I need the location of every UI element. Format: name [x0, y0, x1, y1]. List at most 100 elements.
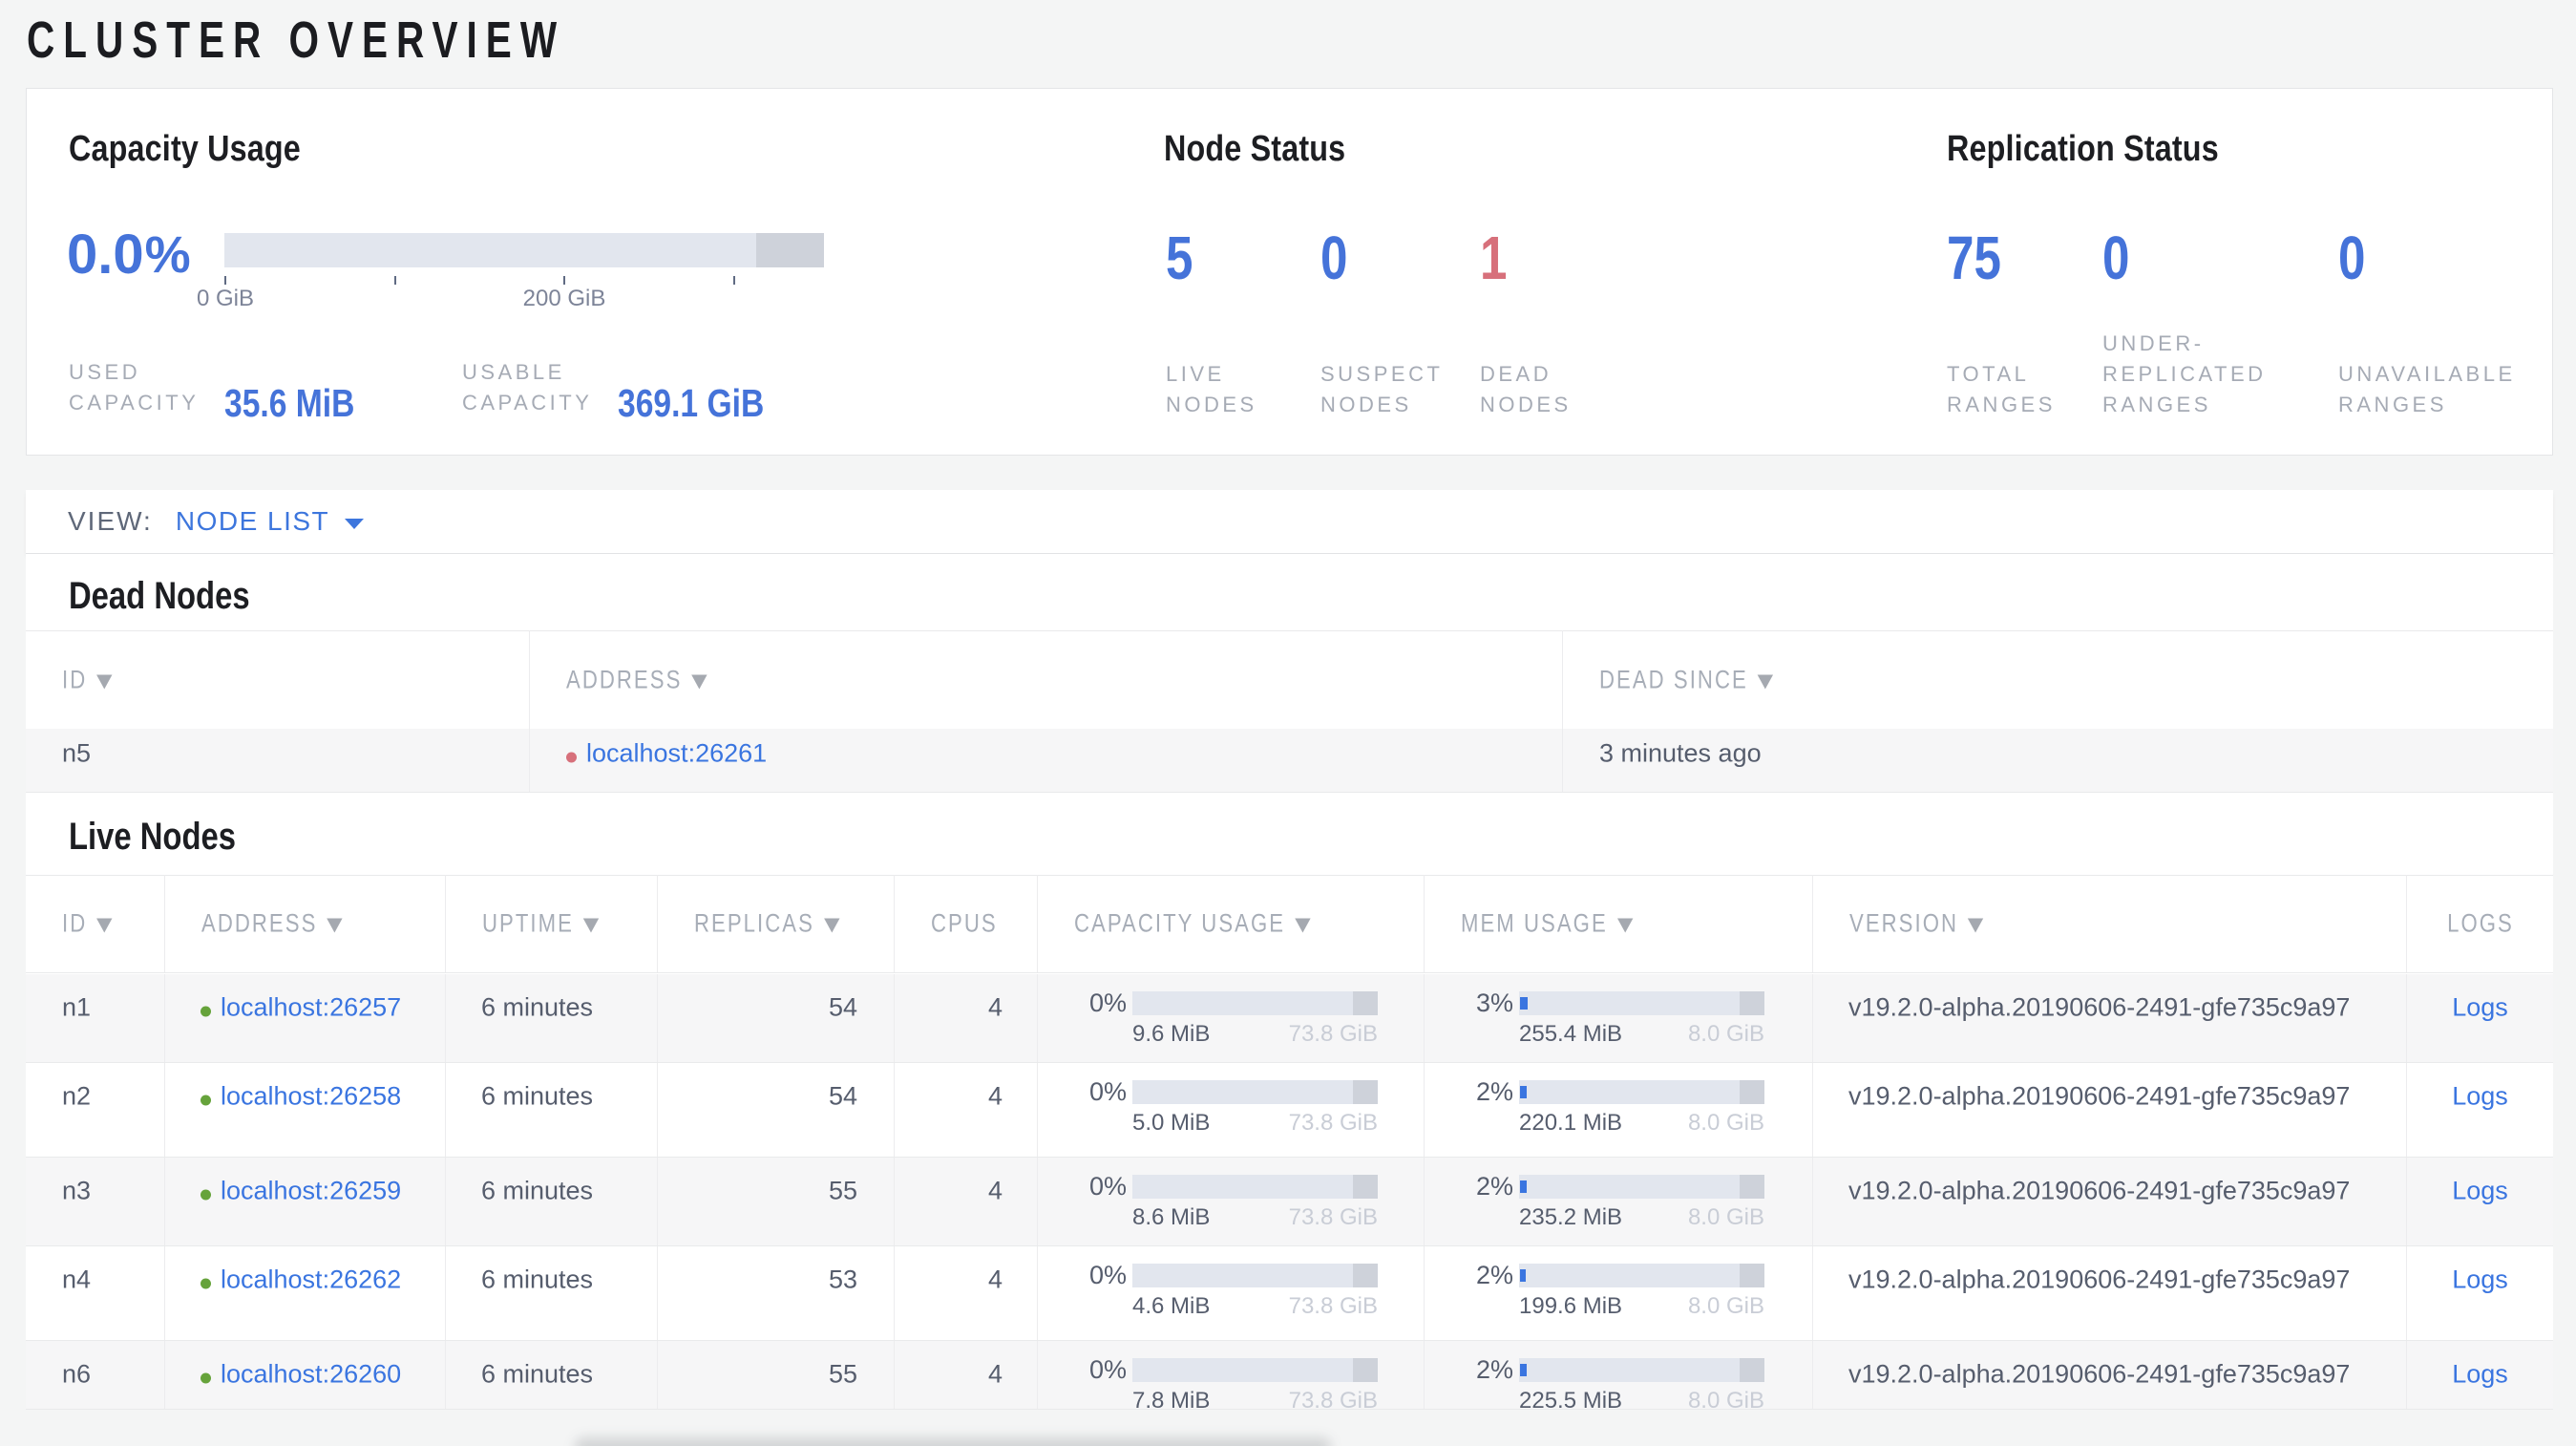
- sort-caret-icon[interactable]: [691, 674, 707, 689]
- column-header-id[interactable]: ID: [62, 665, 87, 693]
- node-uptime: 6 minutes: [481, 1359, 594, 1388]
- table-cell: 4: [895, 1063, 1038, 1157]
- usage-bar-used-segment: [1520, 1086, 1527, 1098]
- header-cell-content: VERSION: [1849, 909, 1984, 939]
- table-cell: localhost:26260: [165, 1340, 446, 1409]
- live-status-icon: [201, 1278, 211, 1289]
- usage-cell-content: 3% 255.4 MiB 8.0 GiB: [1425, 974, 1812, 1063]
- sort-caret-icon[interactable]: [1757, 674, 1774, 689]
- node-address-link[interactable]: localhost:26257: [221, 992, 401, 1021]
- dead-node-address-link[interactable]: localhost:26261: [586, 739, 767, 768]
- node-logs-link[interactable]: Logs: [2452, 1265, 2508, 1295]
- node-logs-link[interactable]: Logs: [2452, 1082, 2508, 1112]
- live-status-icon: [201, 1095, 211, 1106]
- usage-bar: [1132, 1264, 1378, 1287]
- usage-bar-line: 0%: [1075, 1077, 1378, 1107]
- live-node-row: n4 localhost:26262 6 minutes 53 4 0% 4.6 MiB 73…: [26, 1246, 2553, 1341]
- usage-labels-line: 9.6 MiB 73.8 GiB: [1132, 1021, 1378, 1048]
- node-logs-link[interactable]: Logs: [2452, 992, 2508, 1022]
- usage-labels-line: 7.8 MiB 73.8 GiB: [1132, 1388, 1378, 1411]
- address-cell-content: localhost:26258: [201, 1082, 401, 1112]
- table-cell: localhost:26257: [165, 973, 446, 1062]
- header-cell-content: MEM USAGE: [1461, 909, 1634, 939]
- node-address-link[interactable]: localhost:26259: [221, 1177, 401, 1205]
- view-dropdown[interactable]: NODE LIST: [176, 506, 329, 537]
- column-header-id[interactable]: ID: [62, 909, 87, 938]
- replication-status-title: Replication Status: [1947, 129, 2219, 169]
- usage-used-value: 235.2 MiB: [1519, 1204, 1623, 1230]
- node-address-link[interactable]: localhost:26262: [221, 1265, 401, 1294]
- header-cell-content: CAPACITY USAGE: [1074, 909, 1311, 939]
- node-replicas: 53: [828, 1265, 857, 1294]
- sort-caret-icon[interactable]: [327, 918, 343, 933]
- sort-caret-icon[interactable]: [1294, 918, 1311, 933]
- header-cell-content: UPTIME: [482, 909, 600, 939]
- column-header-address[interactable]: ADDRESS: [566, 665, 682, 693]
- usage-used-value: 4.6 MiB: [1132, 1293, 1211, 1319]
- sort-caret-icon[interactable]: [823, 918, 840, 933]
- node-address-link[interactable]: localhost:26260: [221, 1359, 401, 1388]
- sort-caret-icon[interactable]: [1616, 918, 1634, 933]
- live-status-icon: [201, 1189, 211, 1201]
- replication-stat-value: 0: [2102, 223, 2130, 292]
- usage-cell-content: 0% 8.6 MiB 73.8 GiB: [1038, 1158, 1424, 1245]
- sort-caret-icon[interactable]: [96, 674, 113, 689]
- table-cell: 4: [895, 1158, 1038, 1245]
- column-header-capacity-usage[interactable]: CAPACITY USAGE: [1074, 909, 1285, 938]
- table-cell: n5: [26, 729, 530, 792]
- replication-stat-value: 75: [1947, 223, 2001, 292]
- column-header-logs: LOGS: [2446, 908, 2514, 938]
- node-uptime: 6 minutes: [481, 1176, 594, 1205]
- replication-stat-value: 0: [2338, 223, 2366, 292]
- table-cell: 3 minutes ago: [1563, 729, 2553, 792]
- usage-cell-content: 2% 235.2 MiB 8.0 GiB: [1425, 1158, 1812, 1245]
- table-cell: 54: [658, 1063, 895, 1157]
- usage-labels-line: 235.2 MiB 8.0 GiB: [1519, 1204, 1764, 1231]
- column-header-address[interactable]: ADDRESS: [201, 909, 317, 938]
- dead-nodes-header: ID ADDRESS DEAD SINCE: [26, 630, 2553, 729]
- dead-status-icon: [566, 752, 577, 763]
- column-header-uptime[interactable]: UPTIME: [482, 909, 574, 938]
- dead-node-dead-since: 3 minutes ago: [1599, 738, 1762, 768]
- usage-bar: [1519, 1264, 1764, 1287]
- usage-total-value: 8.0 GiB: [1687, 1204, 1764, 1230]
- column-header-version[interactable]: VERSION: [1849, 909, 1958, 938]
- bottom-shadow: [575, 1437, 1331, 1446]
- table-cell: v19.2.0-alpha.20190606-2491-gfe735c9a97: [1813, 1063, 2407, 1157]
- node-id: n3: [62, 1176, 92, 1205]
- usage-bar-line: 3%: [1462, 989, 1764, 1018]
- node-address-link[interactable]: localhost:26258: [221, 1082, 401, 1111]
- usage-bar-line: 2%: [1462, 1355, 1764, 1385]
- sort-caret-icon[interactable]: [96, 918, 113, 933]
- usage-percent: 2%: [1475, 1261, 1513, 1289]
- chevron-down-icon[interactable]: [345, 519, 365, 529]
- usage-bar: [1519, 990, 1764, 1015]
- node-version: v19.2.0-alpha.20190606-2491-gfe735c9a97: [1848, 1265, 2351, 1294]
- usage-percent: 0%: [1088, 1172, 1127, 1201]
- usage-total-value: 8.0 GiB: [1687, 1293, 1764, 1319]
- sort-caret-icon[interactable]: [1967, 918, 1984, 933]
- usage-used-value: 199.6 MiB: [1519, 1293, 1623, 1319]
- usage-bar: [1132, 1357, 1378, 1382]
- table-cell: 6 minutes: [446, 973, 658, 1062]
- live-nodes-header: ID ADDRESS UPTIME REPLICAS CPUS CAPACITY USAG…: [26, 875, 2553, 973]
- capacity-usage-title: Capacity Usage: [69, 129, 301, 169]
- usage-total-value: 8.0 GiB: [1687, 1020, 1764, 1047]
- node-logs-link[interactable]: Logs: [2452, 1359, 2508, 1389]
- node-logs-link[interactable]: Logs: [2452, 1177, 2508, 1206]
- cluster-overview-page: CLUSTER OVERVIEW Capacity Usage 0.0% 0 G…: [0, 0, 2576, 1446]
- usage-total-value: 8.0 GiB: [1687, 1110, 1764, 1136]
- usage-percent: 3%: [1475, 988, 1513, 1017]
- usage-labels-line: 5.0 MiB 73.8 GiB: [1132, 1110, 1378, 1137]
- usable-capacity-value: 369.1 GiB: [618, 381, 765, 425]
- usage-total-value: 73.8 GiB: [1288, 1387, 1378, 1411]
- usage-bar: [1519, 1175, 1764, 1199]
- column-header-replicas[interactable]: REPLICAS: [694, 909, 814, 938]
- live-node-row: n6 localhost:26260 6 minutes 55 4 0% 7.8 MiB 73…: [26, 1340, 2553, 1411]
- capacity-axis-label: 0 GiB: [196, 286, 255, 311]
- column-header-mem-usage[interactable]: MEM USAGE: [1461, 909, 1608, 938]
- column-header-dead-since[interactable]: DEAD SINCE: [1599, 665, 1748, 693]
- sort-caret-icon[interactable]: [582, 918, 600, 933]
- table-cell: 6 minutes: [446, 1246, 658, 1340]
- usage-bar-line: 0%: [1075, 1172, 1378, 1201]
